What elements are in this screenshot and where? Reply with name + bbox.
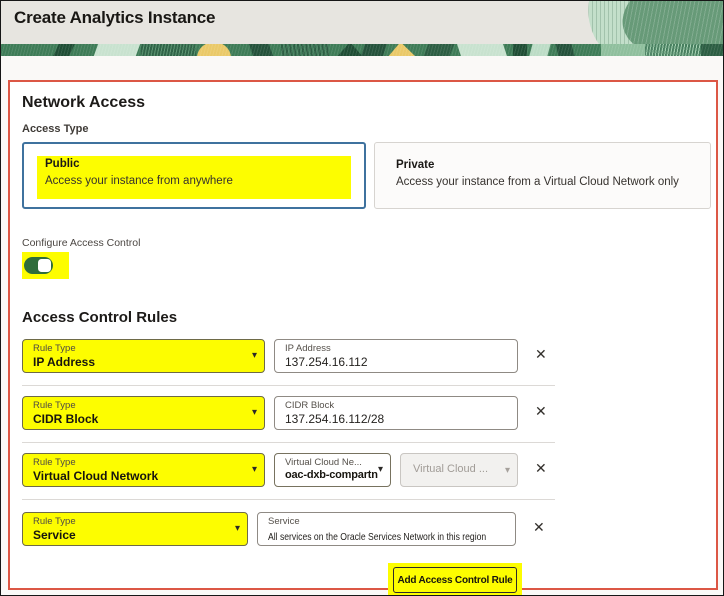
banner-shape (93, 44, 141, 56)
button-row: Add Access Control Rule (22, 563, 711, 596)
page-title: Create Analytics Instance (1, 1, 723, 28)
field-value: 137.254.16.112/28 (285, 412, 509, 426)
select-value: Service (33, 528, 225, 542)
configure-access-control-toggle[interactable] (24, 257, 53, 274)
rule-type-select[interactable]: Rule Type CIDR Block ▾ (22, 396, 265, 430)
banner-shape (387, 44, 417, 56)
banner-shape (555, 44, 575, 56)
vcn-select-disabled: Virtual Cloud ... ▾ (400, 453, 518, 487)
access-type-option-public[interactable]: Public Access your instance from anywher… (22, 142, 366, 209)
configure-access-control-label: Configure Access Control (22, 237, 711, 249)
add-access-control-rule-button[interactable]: Add Access Control Rule (393, 567, 517, 593)
banner-shape (52, 44, 75, 56)
access-control-rules-heading: Access Control Rules (22, 309, 711, 326)
banner-shape (645, 44, 701, 56)
vcn-select[interactable]: Virtual Cloud Ne... oac-dxb-compartn ▾ (274, 453, 391, 487)
select-value: oac-dxb-compartn (285, 469, 370, 481)
rule-type-select[interactable]: Rule Type Virtual Cloud Network ▾ (22, 453, 265, 487)
chevron-down-icon: ▾ (505, 466, 510, 476)
decorative-banner (1, 44, 723, 56)
select-placeholder: Virtual Cloud ... (413, 463, 495, 475)
select-value: CIDR Block (33, 412, 242, 426)
access-control-rule-row: Rule Type Virtual Cloud Network ▾ Virtua… (22, 453, 711, 487)
field-value: 137.254.16.112 (285, 355, 509, 369)
remove-rule-button[interactable]: ✕ (533, 405, 549, 419)
banner-shape (248, 44, 274, 56)
highlight-overlay: Add Access Control Rule (388, 563, 522, 596)
select-label: Virtual Cloud Ne... (285, 457, 370, 468)
rule-type-select[interactable]: Rule Type IP Address ▾ (22, 339, 265, 373)
banner-shape (281, 44, 329, 56)
banner-shape (360, 44, 387, 56)
annotation-highlight-box: Network Access Access Type Public Access… (8, 80, 718, 590)
select-label: Rule Type (33, 400, 242, 411)
divider (22, 442, 555, 443)
remove-rule-button[interactable]: ✕ (533, 348, 549, 362)
chevron-down-icon: ▾ (252, 351, 257, 361)
access-type-option-private[interactable]: Private Access your instance from a Virt… (374, 142, 711, 209)
select-value: IP Address (33, 355, 242, 369)
banner-shape (701, 44, 723, 56)
field-label: IP Address (285, 343, 509, 354)
banner-shape (456, 44, 507, 56)
chevron-down-icon: ▾ (378, 465, 383, 475)
option-title: Public (45, 158, 343, 170)
banner-shape (141, 44, 196, 56)
remove-rule-button[interactable]: ✕ (533, 462, 549, 476)
option-title: Private (396, 159, 696, 171)
network-access-heading: Network Access (22, 94, 711, 112)
access-control-rule-row: Rule Type Service ▾ Service All services… (22, 512, 711, 546)
banner-shape (513, 44, 527, 56)
field-label: CIDR Block (285, 400, 509, 411)
select-label: Rule Type (33, 457, 242, 468)
banner-shape (336, 44, 364, 56)
select-value: Virtual Cloud Network (33, 469, 242, 483)
divider (22, 499, 555, 500)
divider (22, 385, 555, 386)
access-control-rule-row: Rule Type IP Address ▾ IP Address 137.25… (22, 339, 711, 373)
remove-rule-button[interactable]: ✕ (531, 521, 547, 535)
field-value: All services on the Oracle Services Netw… (268, 531, 486, 543)
toggle-knob (38, 259, 51, 272)
banner-shape (423, 44, 455, 56)
chevron-down-icon: ▾ (252, 465, 257, 475)
banner-shape (601, 44, 645, 56)
cidr-block-field[interactable]: CIDR Block 137.254.16.112/28 (274, 396, 518, 430)
highlight-overlay: Public Access your instance from anywher… (37, 156, 351, 199)
banner-shape (529, 44, 551, 56)
ip-address-field[interactable]: IP Address 137.254.16.112 (274, 339, 518, 373)
screenshot-root: Create Analytics Instance Network Access… (0, 0, 724, 596)
highlight-overlay (22, 252, 69, 279)
select-label: Rule Type (33, 343, 242, 354)
access-type-options: Public Access your instance from anywher… (22, 142, 711, 209)
banner-shape (197, 44, 231, 56)
chevron-down-icon: ▾ (235, 524, 240, 534)
field-label: Service (268, 516, 507, 527)
select-label: Rule Type (33, 516, 225, 527)
chevron-down-icon: ▾ (252, 408, 257, 418)
dialog-body: Network Access Access Type Public Access… (1, 56, 723, 596)
rule-type-select[interactable]: Rule Type Service ▾ (22, 512, 248, 546)
option-description: Access your instance from a Virtual Clou… (396, 176, 696, 188)
dialog-header: Create Analytics Instance (1, 1, 723, 44)
option-description: Access your instance from anywhere (45, 175, 343, 187)
service-field[interactable]: Service All services on the Oracle Servi… (257, 512, 516, 546)
access-control-rule-row: Rule Type CIDR Block ▾ CIDR Block 137.25… (22, 396, 711, 430)
access-type-label: Access Type (22, 123, 711, 135)
